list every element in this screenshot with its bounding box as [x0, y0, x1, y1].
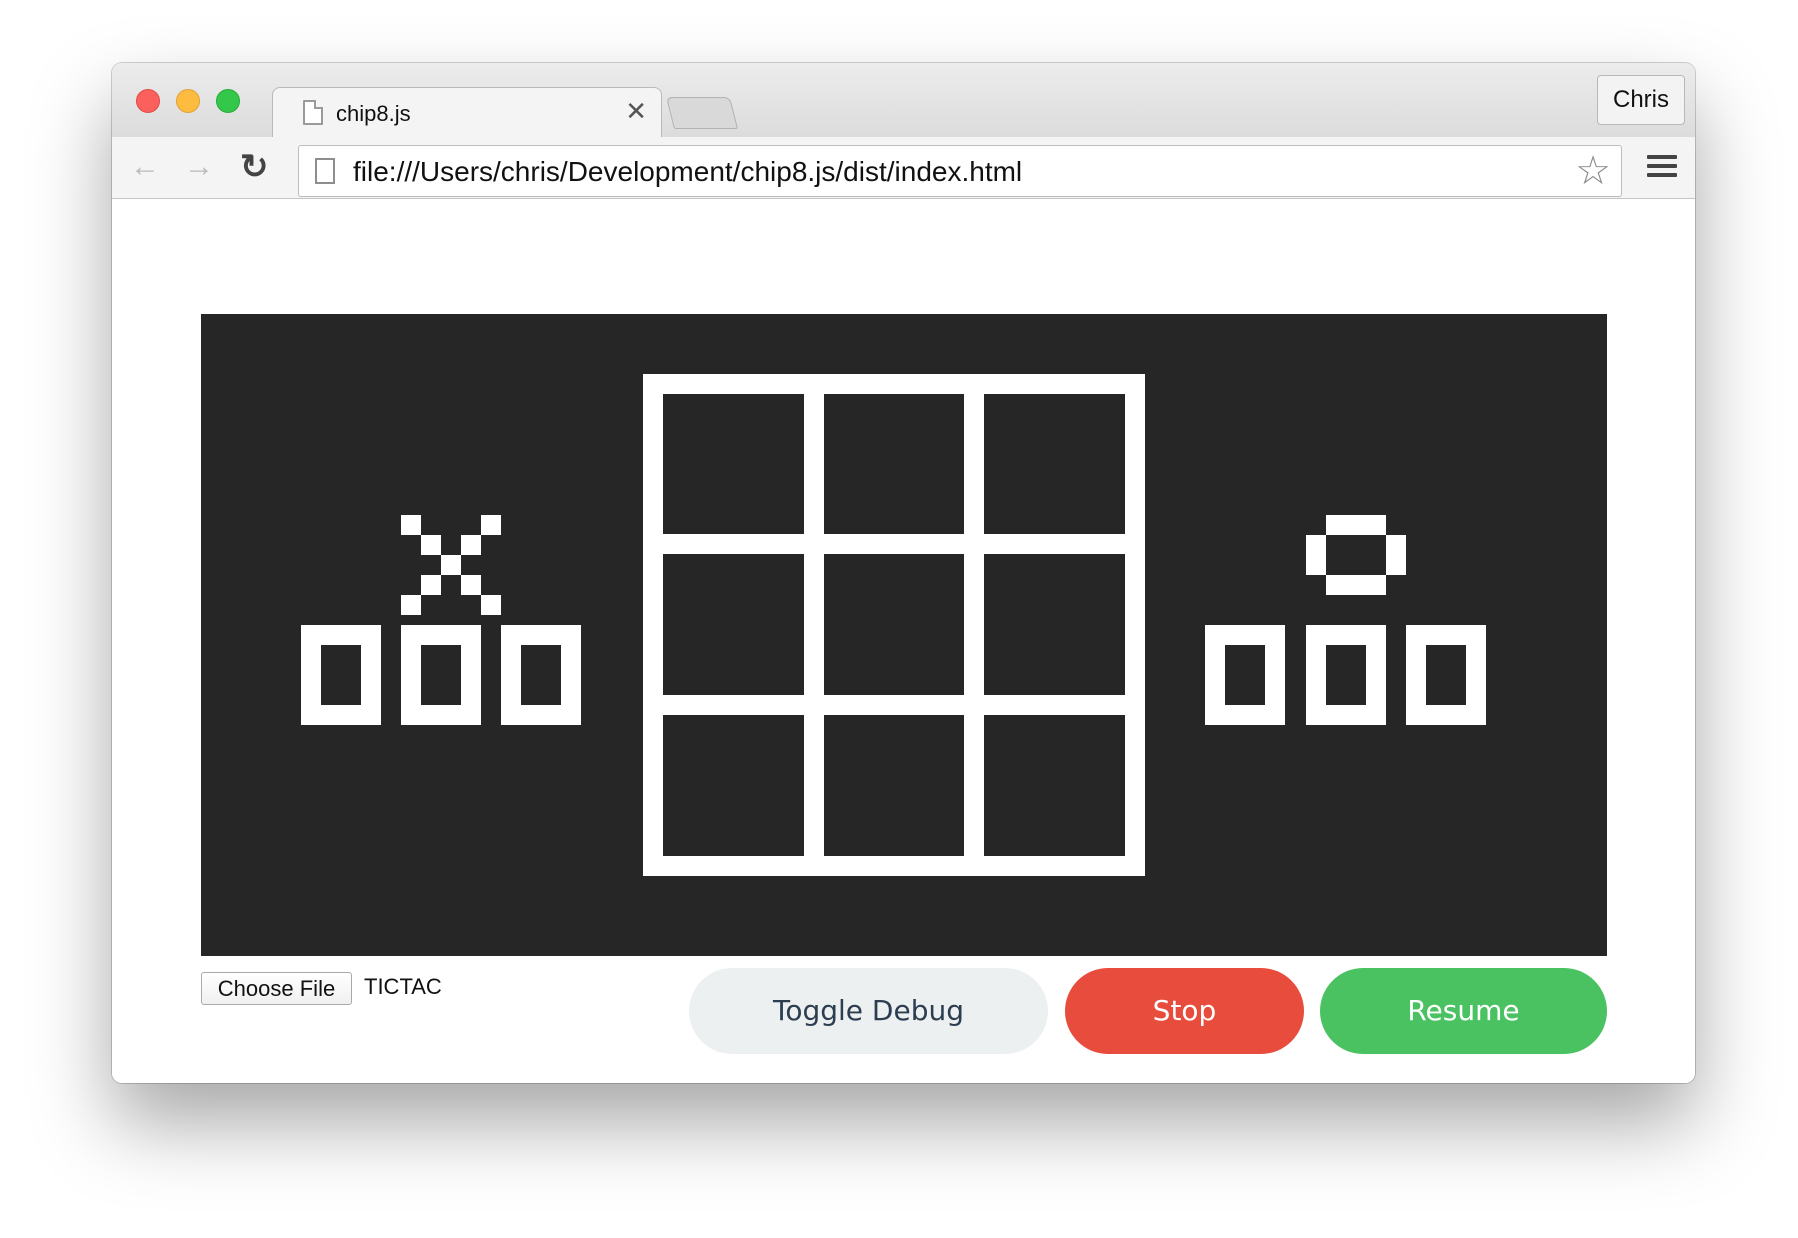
board-line-vertical-2 [964, 374, 984, 876]
profile-button[interactable]: Chris [1597, 75, 1685, 125]
board-line-horizontal-1 [643, 534, 1145, 554]
url-text[interactable]: file:///Users/chris/Development/chip8.js… [353, 156, 1022, 188]
resume-button[interactable]: Resume [1320, 968, 1607, 1054]
minimize-window-button[interactable] [176, 89, 200, 113]
browser-toolbar: ← → ↻ file:///Users/chris/Development/ch… [112, 137, 1695, 199]
score-digit [1205, 625, 1285, 725]
board-border-top [643, 374, 1145, 394]
address-bar[interactable]: file:///Users/chris/Development/chip8.js… [298, 145, 1622, 197]
board-border-right [1125, 374, 1145, 876]
toggle-debug-button[interactable]: Toggle Debug [689, 968, 1048, 1054]
title-bar: chip8.js ✕ Chris [112, 63, 1695, 139]
browser-tab[interactable]: chip8.js ✕ [272, 87, 662, 139]
browser-window: chip8.js ✕ Chris ← → ↻ file:///Users/chr… [112, 63, 1695, 1083]
choose-file-button[interactable]: Choose File [201, 972, 352, 1005]
zoom-window-button[interactable] [216, 89, 240, 113]
score-digit [1306, 625, 1386, 725]
star-icon[interactable]: ☆ [1575, 148, 1611, 194]
arrow-right-icon[interactable]: → [184, 149, 214, 185]
tab-title: chip8.js [336, 101, 411, 126]
score-digit [301, 625, 381, 725]
game-display [301, 374, 1486, 876]
page-content: Choose File TICTAC Toggle Debug Stop Res… [112, 200, 1695, 1083]
document-icon [315, 158, 335, 184]
board-border-bottom [643, 856, 1145, 876]
score-digit [501, 625, 581, 725]
hamburger-menu-icon[interactable] [1647, 155, 1677, 179]
board-line-horizontal-2 [643, 695, 1145, 715]
new-tab-button[interactable] [666, 97, 738, 129]
x-player-symbol [401, 515, 501, 615]
board-line-vertical-1 [804, 374, 824, 876]
stop-button[interactable]: Stop [1065, 968, 1304, 1054]
board-border-left [643, 374, 663, 876]
arrow-left-icon[interactable]: ← [130, 149, 160, 185]
o-player-symbol [1306, 515, 1406, 595]
emulator-screen [201, 314, 1607, 956]
reload-icon[interactable]: ↻ [240, 149, 269, 185]
left-score [301, 625, 581, 725]
selected-file-name: TICTAC [364, 974, 442, 999]
close-tab-icon[interactable]: ✕ [625, 96, 647, 126]
right-score [1205, 625, 1486, 725]
score-digit [1406, 625, 1486, 725]
score-digit [401, 625, 481, 725]
document-icon [303, 100, 323, 125]
close-window-button[interactable] [136, 89, 160, 113]
